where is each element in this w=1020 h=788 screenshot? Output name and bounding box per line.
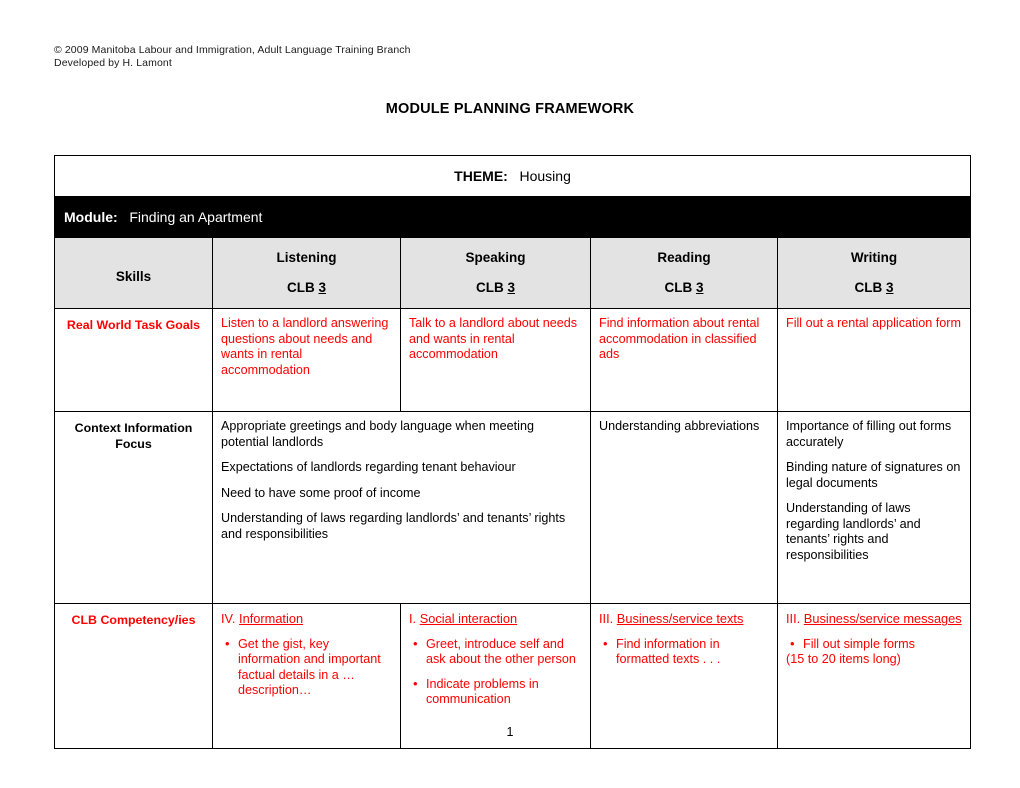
competency-heading-listening: IV. Information <box>221 611 393 627</box>
cell-goals-writing: Fill out a rental application form <box>776 308 972 412</box>
column-header-writing: Writing CLB 3 <box>776 237 972 309</box>
skills-header-row: Skills Listening CLB 3 Speaking CLB 3 Re… <box>54 237 972 309</box>
context-ls-item: Appropriate greetings and body language … <box>221 419 534 449</box>
page-title: MODULE PLANNING FRAMEWORK <box>385 101 635 117</box>
competency-bullets-speaking: Greet, introduce self and ask about the … <box>409 636 583 708</box>
competency-numeral-listening: IV. <box>221 611 236 626</box>
competency-bullets-listening: Get the gist, key information and import… <box>221 636 393 699</box>
competency-heading-speaking: I. Social interaction <box>409 611 583 627</box>
clb-level-writing: 3 <box>886 279 894 295</box>
cell-goals-reading: Find information about rental accommodat… <box>590 308 778 412</box>
developed-by-line: Developed by H. Lamont <box>54 57 172 69</box>
theme-value: Housing <box>519 168 571 184</box>
cell-goals-speaking: Talk to a landlord about needs and wants… <box>400 308 591 412</box>
list-item: Indicate problems in communication <box>413 676 583 708</box>
clb-level-speaking: 3 <box>507 279 515 295</box>
row-label-real-world-task-goals: Real World Task Goals <box>54 308 213 412</box>
clb-prefix-writing: CLB <box>854 279 886 295</box>
competency-numeral-reading: III. <box>599 611 614 626</box>
clb-prefix-reading: CLB <box>664 279 696 295</box>
competency-numeral-speaking: I. <box>409 611 417 626</box>
competency-title-reading: Business/service texts <box>616 611 744 626</box>
skill-name-writing: Writing <box>850 249 898 265</box>
module-row: Module: Finding an Apartment <box>53 196 972 238</box>
module-value: Finding an Apartment <box>129 209 263 225</box>
context-ls-item: Expectations of landlords regarding tena… <box>221 460 516 474</box>
list-item: Fill out simple forms <box>790 636 963 653</box>
theme-row: THEME: Housing <box>53 155 972 197</box>
context-ls-item: Understanding of laws regarding landlord… <box>221 511 566 541</box>
competency-title-writing: Business/service messages <box>803 611 962 626</box>
skill-name-listening: Listening <box>276 249 337 265</box>
clb-writing: CLB 3 <box>782 280 966 295</box>
list-item: Find information in formatted texts . . … <box>603 636 770 668</box>
module-cell: Module: Finding an Apartment <box>53 196 972 238</box>
document-header: © 2009 Manitoba Labour and Immigration, … <box>54 44 411 70</box>
table-row-real-world-task-goals: Real World Task Goals Listen to a landlo… <box>54 308 972 412</box>
clb-level-listening: 3 <box>318 279 326 295</box>
cell-context-reading: Understanding abbreviations <box>590 411 778 604</box>
cell-goals-listening: Listen to a landlord answering questions… <box>212 308 401 412</box>
context-writing-item: Binding nature of signatures on legal do… <box>786 460 961 490</box>
context-reading-item: Understanding abbreviations <box>599 419 760 433</box>
competency-bullets-reading: Find information in formatted texts . . … <box>599 636 770 668</box>
skill-name-reading: Reading <box>657 249 711 265</box>
skills-header-label: Skills <box>54 237 213 309</box>
document-page: © 2009 Manitoba Labour and Immigration, … <box>0 0 1020 788</box>
cell-context-writing: Importance of filling out forms accurate… <box>776 411 972 604</box>
context-writing-item: Importance of filling out forms accurate… <box>786 419 952 449</box>
competency-bullets-writing: Fill out simple forms <box>786 636 963 653</box>
row-label-context-information-focus: Context Information Focus <box>54 411 213 604</box>
competency-title-listening: Information <box>239 611 304 626</box>
theme-cell: THEME: Housing <box>53 155 972 197</box>
clb-prefix-listening: CLB <box>286 279 319 295</box>
context-ls-item: Need to have some proof of income <box>221 485 421 500</box>
clb-level-reading: 3 <box>695 279 704 295</box>
skills-label-text: Skills <box>115 268 152 284</box>
competency-heading-reading: III. Business/service texts <box>599 611 770 627</box>
column-header-speaking: Speaking CLB 3 <box>400 237 591 309</box>
list-item: Get the gist, key information and import… <box>225 636 393 699</box>
column-header-reading: Reading CLB 3 <box>590 237 778 309</box>
competency-note-writing: (15 to 20 items long) <box>786 652 901 666</box>
clb-speaking: CLB 3 <box>405 280 586 295</box>
skill-name-speaking: Speaking <box>465 249 526 265</box>
clb-listening: CLB 3 <box>217 280 396 295</box>
competency-numeral-writing: III. <box>786 611 801 626</box>
competency-title-speaking: Social interaction <box>419 611 518 626</box>
clb-prefix-speaking: CLB <box>475 279 508 295</box>
competency-heading-writing: III. Business/service messages <box>786 611 963 627</box>
copyright-line: © 2009 Manitoba Labour and Immigration, … <box>54 44 411 56</box>
module-label: Module: <box>64 209 118 225</box>
theme-label: THEME: <box>454 168 508 184</box>
table-row-context-information-focus: Context Information Focus Appropriate gr… <box>54 411 972 604</box>
module-planning-table: THEME: Housing Module: Finding an Apartm… <box>53 155 972 749</box>
list-item: Greet, introduce self and ask about the … <box>413 636 583 668</box>
page-number: 1 <box>506 725 514 739</box>
context-writing-item: Understanding of laws regarding landlord… <box>786 501 921 562</box>
column-header-listening: Listening CLB 3 <box>212 237 401 309</box>
clb-reading: CLB 3 <box>595 280 773 295</box>
cell-context-listening-speaking: Appropriate greetings and body language … <box>212 411 591 604</box>
